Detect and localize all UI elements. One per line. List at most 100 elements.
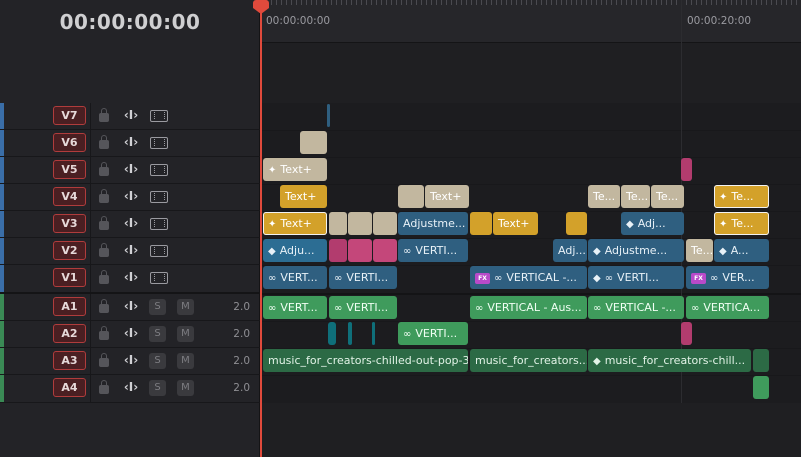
clip-v3-text1[interactable]: ✦ Text+	[263, 212, 327, 235]
lock-icon[interactable]	[99, 299, 109, 313]
lock-icon[interactable]	[99, 243, 109, 257]
auto-select-icon[interactable]: ‹I›	[122, 243, 140, 257]
auto-select-icon[interactable]: ‹I›	[122, 299, 140, 313]
track-label[interactable]: V5	[53, 160, 86, 179]
clip-v4-te1[interactable]: Te...	[588, 185, 620, 208]
solo-button[interactable]: S	[149, 380, 166, 396]
auto-select-icon[interactable]: ‹I›	[122, 380, 140, 394]
solo-button[interactable]: S	[149, 326, 166, 342]
clip-v4-te2[interactable]: Te...	[621, 185, 650, 208]
clip-v4-blank[interactable]	[398, 185, 424, 208]
clip-a1-verti[interactable]: ∞ VERTI...	[329, 296, 397, 319]
clip-a3-music3[interactable]: ◆ music_for_creators-chill...	[588, 349, 751, 372]
clip-v2-adjustme[interactable]: ◆ Adjustme...	[588, 239, 684, 262]
track-label[interactable]: A3	[53, 351, 86, 370]
track-header-a1[interactable]: A1 ‹I› S M 2.0	[0, 294, 260, 321]
track-header-a4[interactable]: A4 ‹I› S M 2.0	[0, 375, 260, 403]
track-header-v3[interactable]: V3 ‹I›	[0, 211, 260, 238]
clip-a2-teal3[interactable]	[372, 322, 375, 345]
auto-select-icon[interactable]: ‹I›	[122, 216, 140, 230]
lock-icon[interactable]	[99, 353, 109, 367]
track-header-v1[interactable]: V1 ‹I›	[0, 265, 260, 294]
film-strip-icon[interactable]	[150, 191, 168, 203]
clip-v2-a[interactable]: ◆ A...	[714, 239, 769, 262]
clip-v1-vertical[interactable]: FX ∞ VERTICAL -...	[470, 266, 587, 289]
track-header-v5[interactable]: V5 ‹I›	[0, 157, 260, 184]
lock-icon[interactable]	[99, 216, 109, 230]
clip-a1-vertical-aus[interactable]: ∞ VERTICAL - Aus...	[470, 296, 587, 319]
track-label[interactable]: V2	[53, 241, 86, 260]
mute-button[interactable]: M	[177, 326, 194, 342]
clip-v1-vert[interactable]: ∞ VERT...	[263, 266, 327, 289]
clip-v2-pink1[interactable]	[329, 239, 347, 262]
clip-a2-teal2[interactable]	[348, 322, 352, 345]
clip-a2-teal1[interactable]	[328, 322, 336, 345]
track-label[interactable]: A2	[53, 324, 86, 343]
clip-v5-text-plus[interactable]: ✦ Text+	[263, 158, 327, 181]
clip-v1-verti[interactable]: ∞ VERTI...	[329, 266, 397, 289]
lock-icon[interactable]	[99, 270, 109, 284]
clip-v3-gold1[interactable]	[470, 212, 492, 235]
clip-v2-verti[interactable]: ∞ VERTI...	[398, 239, 468, 262]
track-label[interactable]: V6	[53, 133, 86, 152]
track-header-a2[interactable]: A2 ‹I› S M 2.0	[0, 321, 260, 348]
clip-v4-text2[interactable]: Text+	[425, 185, 469, 208]
clip-a1-vert[interactable]: ∞ VERT...	[263, 296, 327, 319]
solo-button[interactable]: S	[149, 299, 166, 315]
film-strip-icon[interactable]	[150, 218, 168, 230]
track-label[interactable]: V3	[53, 214, 86, 233]
film-strip-icon[interactable]	[150, 272, 168, 284]
lock-icon[interactable]	[99, 162, 109, 176]
auto-select-icon[interactable]: ‹I›	[122, 353, 140, 367]
clip-a2-pink[interactable]	[681, 322, 692, 345]
clip-a1-vertica[interactable]: ∞ VERTICA...	[686, 296, 769, 319]
lock-icon[interactable]	[99, 380, 109, 394]
track-label[interactable]: A4	[53, 378, 86, 397]
film-strip-icon[interactable]	[150, 110, 168, 122]
clip-v2-pink2[interactable]	[348, 239, 372, 262]
clip-v3-te[interactable]: ✦ Te...	[714, 212, 769, 235]
clip-v4-text1[interactable]: Text+	[280, 185, 327, 208]
auto-select-icon[interactable]: ‹I›	[122, 135, 140, 149]
clip-v3-beige1[interactable]	[329, 212, 347, 235]
track-header-v6[interactable]: V6 ‹I›	[0, 130, 260, 157]
lock-icon[interactable]	[99, 189, 109, 203]
clip-v6-text[interactable]	[300, 131, 327, 154]
clip-v3-beige3[interactable]	[373, 212, 397, 235]
track-header-v2[interactable]: V2 ‹I›	[0, 238, 260, 265]
clip-v3-adjustment[interactable]: Adjustme...	[398, 212, 468, 235]
clip-a3-end[interactable]	[753, 349, 769, 372]
track-header-v4[interactable]: V4 ‹I›	[0, 184, 260, 211]
track-label[interactable]: V1	[53, 268, 86, 287]
clip-v4-te3[interactable]: Te...	[651, 185, 684, 208]
track-label[interactable]: V7	[53, 106, 86, 125]
clip-v2-adju[interactable]: ◆ Adju...	[263, 239, 327, 262]
playhead-line[interactable]	[260, 8, 262, 457]
track-header-v7[interactable]: V7 ‹I›	[0, 103, 260, 130]
clip-v2-te[interactable]: Te...	[686, 239, 713, 262]
auto-select-icon[interactable]: ‹I›	[122, 270, 140, 284]
mute-button[interactable]: M	[177, 353, 194, 369]
clip-v1-verti2[interactable]: ◆ ∞ VERTI...	[588, 266, 684, 289]
clip-v2-pink3[interactable]	[373, 239, 397, 262]
playhead-handle[interactable]	[253, 0, 269, 14]
clip-v2-adj[interactable]: Adj...	[553, 239, 587, 262]
mute-button[interactable]: M	[177, 299, 194, 315]
current-timecode[interactable]: 00:00:00:00	[0, 10, 260, 34]
clip-v3-gold2[interactable]	[566, 212, 587, 235]
track-label[interactable]: V4	[53, 187, 86, 206]
auto-select-icon[interactable]: ‹I›	[122, 108, 140, 122]
clip-a1-vertical2[interactable]: ∞ VERTICAL -...	[588, 296, 684, 319]
clip-v5-pink[interactable]	[681, 158, 692, 181]
clip-v4-te4[interactable]: ✦ Te...	[714, 185, 769, 208]
film-strip-icon[interactable]	[150, 245, 168, 257]
film-strip-icon[interactable]	[150, 137, 168, 149]
clip-v3-beige2[interactable]	[348, 212, 372, 235]
clip-a3-music2[interactable]: music_for_creators...	[470, 349, 587, 372]
clip-a4-end[interactable]	[753, 376, 769, 399]
auto-select-icon[interactable]: ‹I›	[122, 326, 140, 340]
solo-button[interactable]: S	[149, 353, 166, 369]
clip-a3-music1[interactable]: music_for_creators-chilled-out-pop-3...	[263, 349, 468, 372]
lock-icon[interactable]	[99, 108, 109, 122]
track-label[interactable]: A1	[53, 297, 86, 316]
